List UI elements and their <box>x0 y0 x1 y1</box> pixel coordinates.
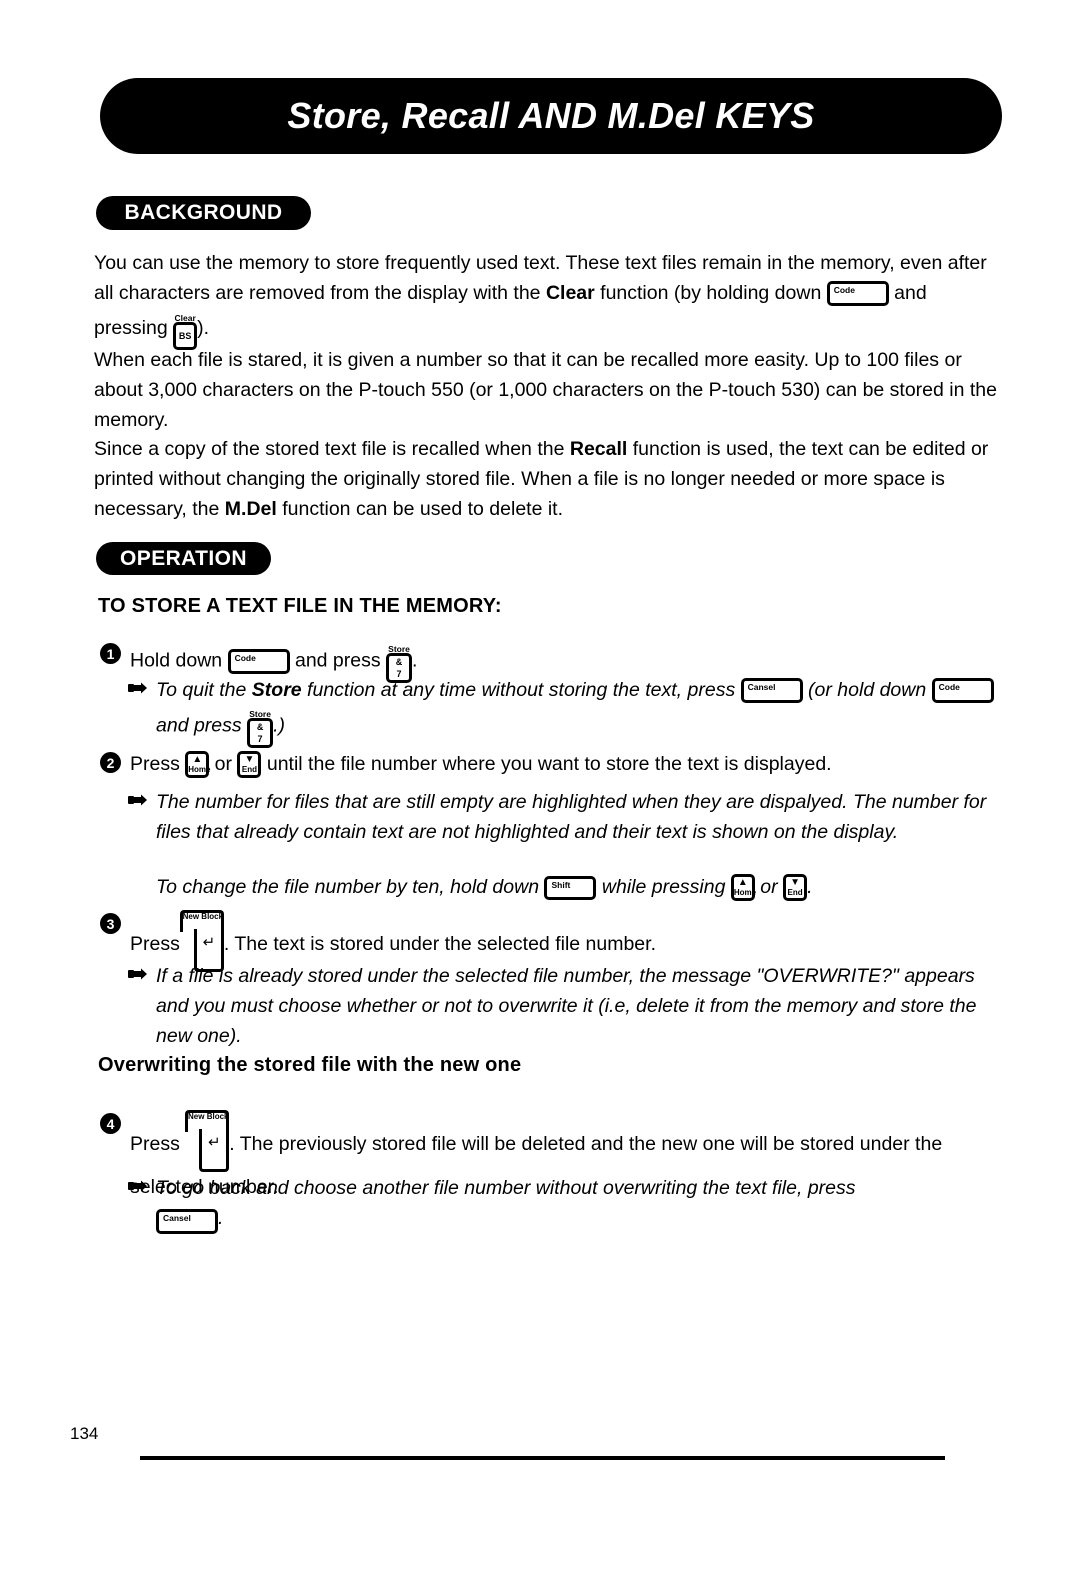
paragraph-3-text-c: function can be used to delete it. <box>276 498 564 520</box>
section-badge-operation-label: OPERATION <box>120 546 247 570</box>
key-shift-label: Shift <box>551 879 571 890</box>
key-cancel-label: Cansel <box>163 1213 191 1224</box>
key-home-label: Home <box>733 888 757 898</box>
pointing-hand-icon <box>128 1179 148 1193</box>
key-code-label: Code <box>833 285 855 296</box>
key-return-label: New Block <box>182 912 224 921</box>
key-return-label: New Block <box>188 1112 229 1121</box>
step-1-text-a: Hold down <box>130 649 228 672</box>
key-bs-cap-clear: Clear <box>174 312 196 323</box>
key-return-joint-mask <box>196 927 221 933</box>
page-title-banner: Store, Recall AND M.Del KEYS <box>100 78 1002 154</box>
paragraph-1-bold-clear: Clear <box>545 282 595 304</box>
note-5: To go back and choose another file numbe… <box>156 1173 986 1235</box>
key-store-cap: Store <box>249 708 271 719</box>
note-1: To quit the Store function at any time w… <box>156 675 1006 748</box>
key-new-block-return: New Block ↵ <box>185 1110 230 1172</box>
step-4-text-a: Press <box>130 1133 186 1155</box>
note-5-text-a: To go back and choose another file numbe… <box>156 1177 856 1199</box>
step-number-3: 3 <box>100 913 121 934</box>
pointing-hand-icon <box>128 793 148 807</box>
step-2: Press ▲ Home or ▼ End until the file numbe… <box>130 749 1010 779</box>
note-1-text-d: and press <box>156 714 248 737</box>
background-paragraph-2: When each file is stared, it is given a … <box>94 349 997 431</box>
note-3-text-c: or <box>754 876 784 898</box>
note-1-text-c: (or hold down <box>802 679 932 701</box>
key-home-label: Home <box>188 765 211 775</box>
note-5-text-b: . <box>218 1207 224 1229</box>
key-code-label: Code <box>938 682 960 693</box>
note-1-bold-store: Store <box>251 679 302 701</box>
step-2-text-a: Press <box>130 753 186 775</box>
key-store-top: & <box>395 656 403 667</box>
step-number-4: 4 <box>100 1113 121 1134</box>
note-3-text-a: To change the file number by ten, hold d… <box>156 876 545 898</box>
key-store-holder: Store & 7 <box>247 705 274 748</box>
key-store-top: & <box>256 721 264 732</box>
paragraph-1-text-b: function (by holding down <box>594 282 827 304</box>
key-code: Code <box>826 281 889 307</box>
step-2-text-c: until the file number where you want to … <box>261 753 832 775</box>
key-store-7: Store & 7 <box>247 709 274 748</box>
paragraph-3-bold-mdel: M.Del <box>224 498 277 520</box>
key-return-arrow: ↵ <box>207 1134 221 1151</box>
key-shift: Shift <box>544 875 597 900</box>
pointing-hand-icon <box>128 681 148 695</box>
key-end-label: End <box>241 765 257 775</box>
background-paragraph-1: You can use the memory to store frequent… <box>94 248 1002 350</box>
key-home: ▲ Home <box>730 874 757 902</box>
document-page: Store, Recall AND M.Del KEYS BACKGROUND … <box>0 0 1080 1573</box>
pointing-hand-icon <box>128 967 148 981</box>
key-return-joint-mask <box>202 1127 227 1133</box>
key-end-label: End <box>787 888 803 898</box>
key-code: Code <box>931 678 994 704</box>
paragraph-3-bold-recall: Recall <box>569 438 628 460</box>
key-store-bottom: 7 <box>257 733 263 744</box>
key-home: ▲ Home <box>185 751 211 779</box>
note-3: To change the file number by ten, hold d… <box>156 872 1002 902</box>
note-3-text-d: . <box>807 876 813 898</box>
step-3-text-b: . The text is stored under the selected … <box>223 933 656 955</box>
section-badge-operation: OPERATION <box>96 542 271 575</box>
step-number-1: 1 <box>100 643 121 664</box>
paragraph-3-text-a: Since a copy of the stored text file is … <box>94 438 570 460</box>
note-1-text-a: To quit the <box>156 679 252 701</box>
note-2: The number for files that are still empt… <box>156 791 987 843</box>
key-cancel-label: Cansel <box>747 682 776 693</box>
key-cancel: Cansel <box>740 678 803 704</box>
background-paragraph-3: Since a copy of the stored text file is … <box>94 434 1002 524</box>
key-bs-holder: Clear BS <box>173 308 198 350</box>
section-badge-background: BACKGROUND <box>96 196 311 230</box>
key-end: ▼ End <box>783 874 808 902</box>
key-code-label: Code <box>234 652 256 663</box>
key-return-arrow: ↵ <box>202 934 216 951</box>
note-1-text-b: function at any time without storing the… <box>301 679 741 701</box>
key-bs-label: BS <box>178 330 192 341</box>
operation-subheading: Overwriting the stored file with the new… <box>98 1054 522 1076</box>
operation-heading: TO STORE A TEXT FILE IN THE MEMORY: <box>98 595 502 617</box>
page-title: Store, Recall AND M.Del KEYS <box>287 95 815 136</box>
step-1-text-b: and press <box>289 649 387 672</box>
key-cancel: Cansel <box>156 1209 218 1235</box>
note-3-text-b: while pressing <box>596 876 731 898</box>
footer-divider <box>140 1456 945 1460</box>
step-3-text-a: Press <box>130 933 180 955</box>
key-code: Code <box>227 648 290 674</box>
key-end: ▼ End <box>237 751 262 779</box>
key-store-cap: Store <box>388 643 410 654</box>
step-2-text-b: or <box>209 753 238 775</box>
note-4: If a file is already stored under the se… <box>156 965 977 1047</box>
section-badge-background-label: BACKGROUND <box>124 201 283 224</box>
page-number: 134 <box>70 1424 99 1443</box>
step-number-2: 2 <box>100 752 121 773</box>
